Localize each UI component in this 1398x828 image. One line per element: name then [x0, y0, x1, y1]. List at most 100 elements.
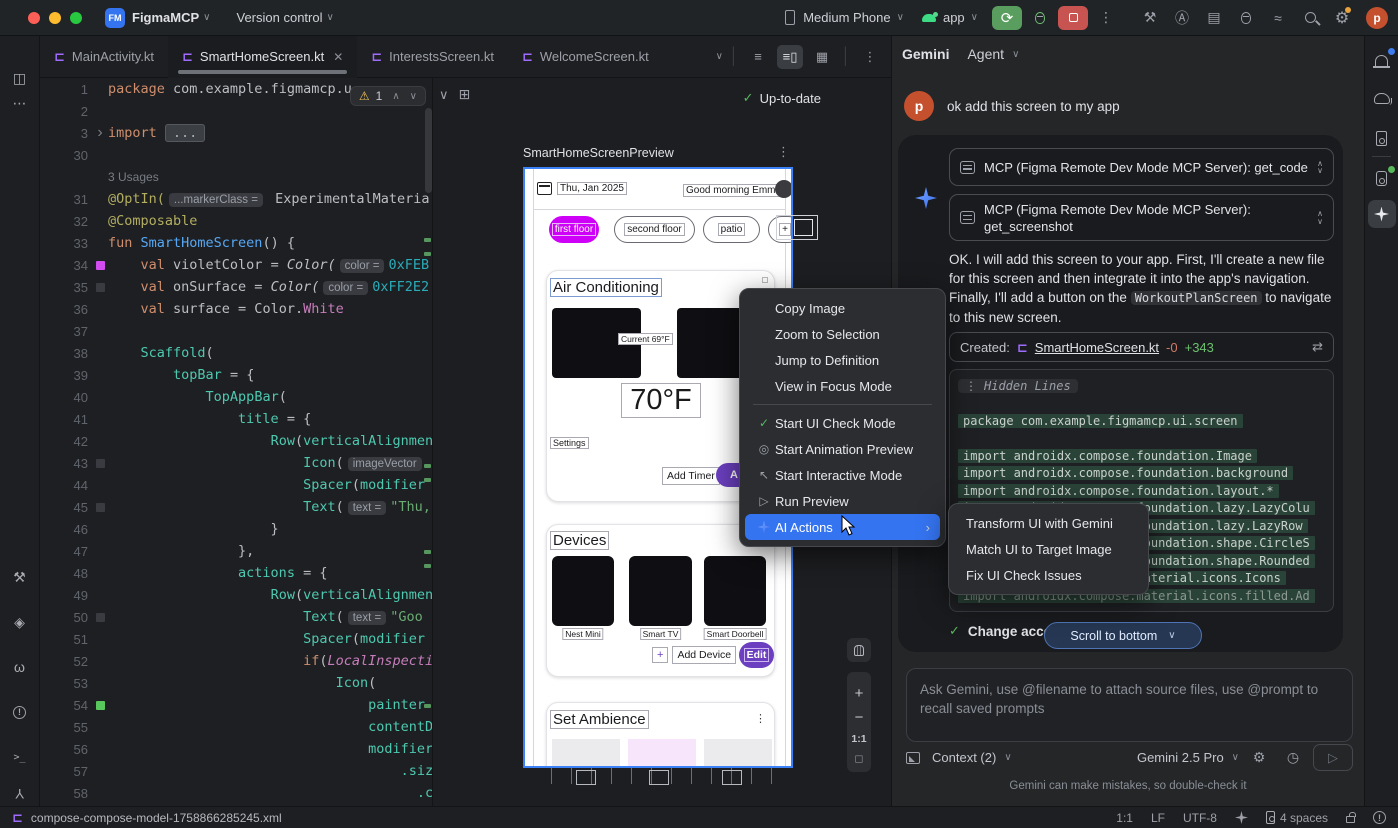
scroll-to-bottom-button[interactable]: Scroll to bottom∨	[1044, 622, 1202, 649]
code-line[interactable]: 43 Icon(imageVector	[40, 452, 432, 474]
gemini-prompt-input[interactable]: Ask Gemini, use @filename to attach sour…	[906, 668, 1353, 742]
code-line[interactable]: 57 .siz	[40, 760, 432, 782]
expand-collapse-icon[interactable]: ∧∨	[1317, 210, 1323, 224]
ambience-tile[interactable]	[628, 739, 696, 768]
terminal-icon[interactable]: >_	[6, 743, 34, 771]
code-line[interactable]: 55 contentD	[40, 716, 432, 738]
code-line[interactable]: 51 Spacer(modifier	[40, 628, 432, 650]
code-line[interactable]: 45 Text(text ="Thu,	[40, 496, 432, 518]
app-inspection-gem-icon[interactable]: ◈	[6, 608, 34, 636]
menu-item-start-animation-preview[interactable]: ◎Start Animation Preview	[745, 436, 940, 462]
room-chip-first-floor[interactable]: first floor	[549, 216, 599, 243]
gutter-color-swatch[interactable]	[96, 459, 105, 468]
code-line[interactable]: 44 Spacer(modifier	[40, 474, 432, 496]
line-ending[interactable]: LF	[1151, 811, 1165, 825]
tab-overflow-chevron[interactable]: ∨	[716, 51, 723, 62]
tab-welcomescreen-kt[interactable]: ⊏WelcomeScreen.kt	[508, 36, 663, 78]
code-line[interactable]: 54 painter	[40, 694, 432, 716]
code-line[interactable]: 56 modifier	[40, 738, 432, 760]
capture-icon[interactable]: ≈	[1264, 6, 1292, 30]
code-line[interactable]: 35 val onSurface = Color(color =0xFF2E2	[40, 276, 432, 298]
caret-position[interactable]: 1:1	[1116, 811, 1133, 825]
code-line[interactable]: 50 Text(text ="Goo	[40, 606, 432, 628]
minimize-window-button[interactable]	[49, 12, 61, 24]
submenu-item-transform-ui-with-gemini[interactable]: Transform UI with Gemini	[954, 510, 1143, 536]
vcs-widget[interactable]: Version control ∨	[237, 10, 334, 25]
notifications-bell-icon[interactable]	[1368, 46, 1396, 74]
code-line[interactable]: 49 Row(verticalAlignmen	[40, 584, 432, 606]
logcat-cat-icon[interactable]: ω	[6, 653, 34, 681]
gradle-elephant-icon[interactable]	[1368, 84, 1396, 112]
code-line[interactable]: 31@OptIn(...markerClass = ExperimentalMa…	[40, 188, 432, 210]
gutter-color-swatch[interactable]	[96, 261, 105, 270]
gutter-color-swatch[interactable]	[96, 701, 105, 710]
attach-image-icon[interactable]	[906, 752, 920, 764]
project-widget[interactable]: FM FigmaMCP ∨	[105, 8, 211, 28]
menu-item-start-ui-check-mode[interactable]: ✓Start UI Check Mode	[745, 410, 940, 436]
submenu-item-fix-ui-check-issues[interactable]: Fix UI Check Issues	[954, 562, 1143, 588]
preview-title[interactable]: SmartHomeScreenPreview	[523, 146, 674, 160]
view-code-only-button[interactable]: ≡	[745, 45, 771, 69]
todo-list-icon[interactable]: ▤	[1200, 6, 1228, 30]
hidden-lines-label[interactable]: Hidden Lines	[984, 379, 1071, 393]
statusbar-filename[interactable]: compose-compose-model-1758866285245.xml	[31, 811, 282, 825]
device-manager-icon[interactable]	[1368, 124, 1396, 152]
preview-grid-layout-icon[interactable]: ⊞	[459, 86, 471, 103]
created-file-card[interactable]: Created: ⊏ SmartHomeScreen.kt -0 +343 ⇄	[949, 332, 1334, 362]
room-chip-second-floor[interactable]: second floor	[614, 216, 695, 243]
menu-item-run-preview[interactable]: ▷Run Preview	[745, 488, 940, 514]
preview-collapse-chevron[interactable]: ∨	[439, 87, 449, 103]
structure-icon[interactable]: ◫	[6, 64, 34, 92]
ambience-tile[interactable]	[552, 739, 620, 768]
next-problem-icon[interactable]: ∨	[410, 91, 417, 102]
zoom-in-button[interactable]: +	[855, 685, 864, 702]
preview-kebab-menu[interactable]: ⋮	[777, 144, 790, 160]
editor-scrollbar[interactable]	[425, 108, 432, 193]
gutter-color-swatch[interactable]	[96, 503, 105, 512]
created-file-link[interactable]: SmartHomeScreen.kt	[1035, 340, 1159, 355]
zoom-out-button[interactable]: −	[855, 709, 864, 726]
maximize-window-button[interactable]	[70, 12, 82, 24]
run-config-selector[interactable]: app ∨	[922, 10, 978, 25]
code-line[interactable]: 46 }	[40, 518, 432, 540]
code-line[interactable]: 32@Composable	[40, 210, 432, 232]
settings-button[interactable]: ⚙	[1328, 6, 1356, 30]
context-button[interactable]: Context (2) ∨	[932, 750, 1012, 765]
expand-collapse-icon[interactable]: ∧∨	[1317, 160, 1323, 174]
gutter-color-swatch[interactable]	[96, 613, 105, 622]
code-line[interactable]: 47 },	[40, 540, 432, 562]
prev-problem-icon[interactable]: ∧	[392, 91, 399, 102]
code-line[interactable]: 52 if(LocalInspecti	[40, 650, 432, 672]
menu-item-view-in-focus-mode[interactable]: View in Focus Mode	[745, 373, 940, 399]
build-hammer-icon[interactable]: ⚒	[6, 563, 34, 591]
gemini-settings-gear-icon[interactable]: ⚙	[1245, 746, 1273, 770]
add-device-button[interactable]: Add Device	[672, 646, 736, 664]
user-avatar[interactable]: p	[1366, 7, 1388, 29]
view-preview-only-button[interactable]: ▦	[809, 45, 835, 69]
file-encoding[interactable]: UTF-8	[1183, 811, 1217, 825]
project-folder-icon[interactable]	[6, 39, 34, 67]
lock-icon[interactable]	[1346, 816, 1355, 823]
zoom-fit-button[interactable]: ◻	[854, 752, 863, 765]
code-line[interactable]: 33fun SmartHomeScreen() {	[40, 232, 432, 254]
code-line[interactable]: 38 Scaffold(	[40, 342, 432, 364]
device-tile-smart-tv[interactable]	[629, 556, 692, 626]
more-actions-kebab[interactable]: ⋮	[1092, 6, 1120, 30]
code-line[interactable]: 3 Usages	[40, 166, 432, 188]
more-tool-windows-icon[interactable]: ⋯	[6, 89, 34, 117]
code-line[interactable]: 58 .cli	[40, 782, 432, 804]
debug-button[interactable]	[1026, 6, 1054, 30]
attach-debugger-icon[interactable]	[1232, 6, 1260, 30]
running-devices-icon[interactable]	[1368, 164, 1396, 192]
indent-config[interactable]: 4 spaces	[1266, 811, 1328, 825]
mcp-tool-card[interactable]: MCP (Figma Remote Dev Mode MCP Server): …	[949, 194, 1334, 241]
close-tab-icon[interactable]: ✕	[333, 50, 343, 64]
problems-icon[interactable]: !	[6, 698, 34, 726]
stop-button[interactable]	[1058, 6, 1088, 30]
code-line[interactable]: 39 topBar = {	[40, 364, 432, 386]
ambience-kebab-icon[interactable]: ⋮	[755, 712, 766, 725]
history-clock-icon[interactable]: ◷	[1279, 746, 1307, 770]
tab-smarthomescreen-kt[interactable]: ⊏SmartHomeScreen.kt✕	[168, 36, 357, 78]
devices-edit-button[interactable]: Edit	[739, 642, 774, 668]
code-line[interactable]: 48 actions = {	[40, 562, 432, 584]
